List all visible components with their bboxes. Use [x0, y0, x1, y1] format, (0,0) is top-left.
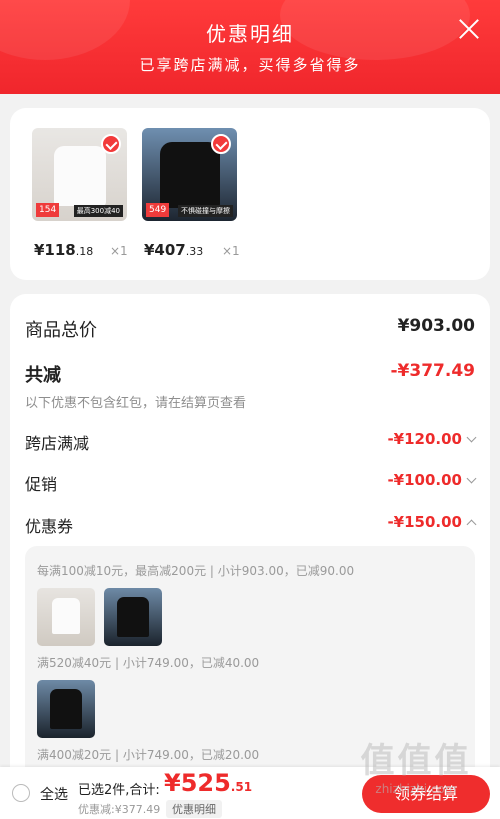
discount-label: 跨店满减	[25, 434, 90, 453]
selected-check-icon[interactable]	[101, 134, 121, 154]
reduce-value: -¥377.49	[390, 361, 476, 381]
discount-row-coupon[interactable]: 优惠券 -¥150.00	[25, 513, 477, 537]
discount-header: 优惠明细 已享跨店满减，买得多省得多	[0, 0, 500, 94]
product-item[interactable]: 549 不惧碰撞与摩擦	[142, 128, 237, 221]
product-qty: ×1	[222, 244, 240, 258]
chevron-down-icon[interactable]	[466, 432, 477, 443]
promo-banner: 最高300减40	[73, 205, 123, 217]
coupon-product-image	[104, 588, 162, 646]
reduce-label: 共减	[25, 365, 61, 386]
discount-value: -¥120.00	[387, 430, 477, 448]
discount-row-promotion[interactable]: 促销 -¥100.00	[25, 471, 477, 495]
promo-banner: 不惧碰撞与摩擦	[178, 205, 233, 217]
select-all-label[interactable]: 全选	[40, 784, 68, 804]
product-item[interactable]: 154 最高300减40	[32, 128, 127, 221]
product-price: ¥407.33	[144, 241, 204, 259]
product-image: 549 不惧碰撞与摩擦	[142, 128, 237, 221]
reduce-note: 以下优惠不包含红包，请在结算页查看	[25, 396, 247, 411]
jacket-icon	[117, 597, 149, 637]
select-all-radio[interactable]	[12, 784, 30, 802]
header-subtitle: 已享跨店满减，买得多省得多	[139, 56, 361, 74]
watermark-site: zhizhizhi.com	[375, 782, 457, 796]
discount-detail-button[interactable]: 优惠明细	[166, 800, 222, 818]
product-card: 154 最高300减40 ¥118.18 ×1 549 不惧碰撞与摩擦 ¥407…	[10, 108, 490, 280]
selected-count: 已选2件,合计:	[78, 783, 160, 798]
discount-row-cross-store[interactable]: 跨店满减 -¥120.00	[25, 430, 477, 454]
total-price-value: ¥903.00	[397, 316, 475, 336]
watermark-logo: 值值值	[360, 741, 472, 781]
close-icon[interactable]	[458, 18, 480, 40]
checkout-total: ¥525.51	[164, 769, 253, 797]
coupon-product-image	[37, 588, 95, 646]
tshirt-icon	[52, 598, 80, 634]
coupon-rule: 每满100减10元，最高减200元 | 小计903.00，已减90.00	[37, 564, 355, 578]
discount-value: -¥100.00	[387, 471, 477, 489]
discount-label: 促销	[25, 475, 58, 494]
tshirt-icon	[54, 146, 106, 206]
jacket-icon	[50, 689, 82, 729]
coupon-rule: 满520减40元 | 小计749.00，已减40.00	[37, 656, 260, 670]
selected-check-icon[interactable]	[211, 134, 231, 154]
discount-label: 优惠券	[25, 517, 74, 536]
total-price-label: 商品总价	[25, 320, 97, 341]
discount-value: -¥150.00	[387, 513, 477, 531]
promo-price-badge: 154	[36, 203, 60, 217]
reduce-row: 共减 -¥377.49	[25, 361, 475, 387]
jacket-icon	[160, 142, 220, 208]
product-qty: ×1	[110, 244, 128, 258]
total-price-row: 商品总价 ¥903.00	[25, 316, 475, 342]
product-price: ¥118.18	[34, 241, 94, 259]
discount-detail-card: 商品总价 ¥903.00 共减 -¥377.49 以下优惠不包含红包，请在结算页…	[10, 294, 490, 816]
chevron-up-icon[interactable]	[466, 519, 477, 530]
product-image: 154 最高300减40	[32, 128, 127, 221]
header-title: 优惠明细	[206, 22, 294, 46]
coupon-rule: 满400减20元 | 小计749.00，已减20.00	[37, 748, 260, 762]
promo-price-badge: 549	[146, 203, 170, 217]
chevron-down-icon[interactable]	[466, 473, 477, 484]
watermark: 值值值 zhizhizhi.com	[346, 740, 486, 796]
discount-amount: 优惠减:¥377.49	[78, 803, 161, 816]
coupon-product-image	[37, 680, 95, 738]
